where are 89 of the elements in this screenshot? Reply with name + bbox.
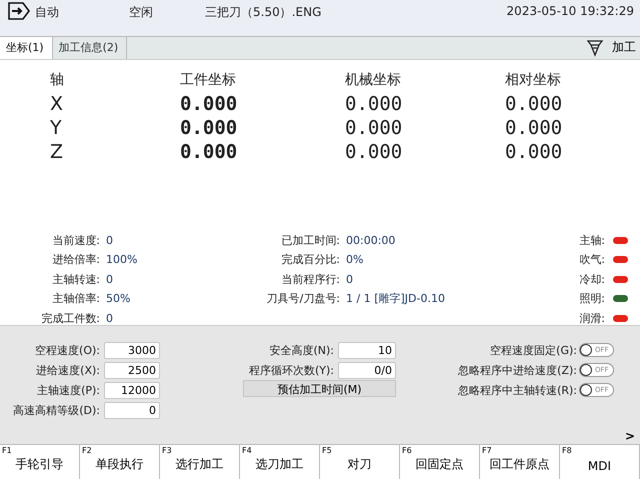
status-value: 100% (105, 253, 138, 266)
machine-state: 空闲 (129, 4, 154, 21)
field-label: 主轴速度(P): (36, 382, 101, 398)
process-button[interactable]: 加工 (586, 36, 640, 59)
key-label: 回固定点 (416, 456, 464, 473)
key-label: 手轮引导 (16, 456, 64, 473)
input-field[interactable]: 0/0 (338, 362, 396, 379)
function-key[interactable]: F7 回工件原点 (480, 445, 560, 479)
key-number: F5 (322, 446, 332, 455)
indicator-label: 润滑: (578, 310, 605, 326)
status-value: 0 (105, 312, 113, 324)
key-label: 单段执行 (96, 456, 144, 473)
field-label: 进给速度(X): (35, 362, 101, 378)
column-header: 工件坐标 (180, 70, 237, 89)
indicator-label: 主轴: (578, 232, 605, 248)
input-field[interactable]: 12000 (104, 382, 160, 399)
input-field[interactable]: 10 (338, 342, 396, 359)
input-field[interactable]: 3000 (104, 342, 160, 359)
column-header: 相对坐标 (505, 70, 562, 89)
status-value: 0% (345, 253, 364, 266)
toggle-label: 空程速度固定(G): (489, 342, 578, 358)
coordinate-value: 0.000 (505, 140, 564, 163)
key-number: F3 (162, 446, 172, 455)
coordinate-value: 0.000 (345, 116, 404, 139)
key-label: MDI (588, 459, 612, 475)
status-value: 0 (105, 234, 113, 246)
key-number: F6 (402, 446, 412, 455)
toggle-label: 忽略程序中进给速度(Z): (457, 362, 578, 378)
mode-label: 自动 (35, 4, 60, 21)
status-value: 00:00:00 (345, 234, 396, 246)
key-number: F7 (482, 446, 492, 455)
status-label: 当前速度: (51, 232, 100, 248)
axis-label: X (50, 92, 64, 115)
datetime: 2023-05-10 19:32:29 (506, 3, 635, 18)
input-field[interactable]: 0 (104, 402, 160, 419)
key-label: 对刀 (348, 456, 372, 473)
function-key[interactable]: F5 对刀 (320, 445, 400, 479)
status-label: 完成百分比: (280, 252, 340, 267)
status-label: 主轴转速: (51, 272, 100, 286)
status-label: 当前程序行: (280, 272, 340, 286)
estimate-button[interactable]: 预估加工时间(M) (243, 380, 396, 398)
tab[interactable]: 加工信息(2) (52, 36, 128, 59)
status-value: 0 (345, 272, 353, 286)
key-label: 回工件原点 (490, 456, 550, 473)
coordinate-value: 0.000 (505, 92, 564, 115)
key-label: 选刀加工 (256, 456, 304, 473)
coordinate-value: 0.000 (180, 140, 238, 163)
arrow-icon (7, 2, 31, 20)
coordinate-value: 0.000 (505, 116, 564, 139)
status-label: 已加工时间: (280, 232, 340, 248)
function-key[interactable]: F6 回固定点 (400, 445, 480, 479)
field-label: 空程速度(O): (34, 342, 101, 358)
column-header: 机械坐标 (345, 70, 402, 89)
function-key[interactable]: F1 手轮引导 (0, 445, 80, 479)
status-value: 0 (105, 272, 113, 286)
coordinate-value: 0.000 (345, 140, 404, 163)
field-label: 程序循环次数(Y): (248, 362, 335, 378)
status-label: 完成工件数: (40, 310, 100, 326)
tool-icon (586, 38, 604, 57)
function-key[interactable]: F4 选刀加工 (240, 445, 320, 479)
status-label: 进给倍率: (51, 252, 100, 267)
coordinate-value: 0.000 (180, 92, 238, 115)
key-number: F8 (562, 446, 572, 455)
function-key[interactable]: F3 选行加工 (160, 445, 240, 479)
indicator-label: 冷却: (578, 272, 605, 286)
program-name: 三把刀（5.50）.ENG (205, 4, 322, 21)
key-label: 选行加工 (176, 456, 224, 473)
status-value: 1 / 1 [雕字]JD-0.10 (345, 291, 445, 306)
axis-label: Z (50, 140, 64, 163)
key-number: F1 (2, 446, 12, 455)
status-value: 50% (105, 292, 130, 305)
field-label: 高速高精等级(D): (12, 402, 101, 418)
axis-label: Y (50, 116, 63, 139)
next-page-button[interactable]: > (620, 428, 640, 444)
column-header: 轴 (50, 70, 65, 89)
input-field[interactable]: 2500 (104, 362, 160, 379)
coordinate-value: 0.000 (180, 116, 238, 139)
status-label: 刀具号/刀盘号: (266, 291, 340, 306)
indicator-label: 照明: (578, 291, 605, 306)
function-key[interactable]: F8 MDI (560, 445, 640, 479)
indicator-label: 吹气: (578, 252, 605, 267)
tab[interactable]: 坐标(1) (0, 36, 53, 59)
status-label: 主轴倍率: (51, 291, 100, 306)
function-key[interactable]: F2 单段执行 (80, 445, 160, 479)
key-number: F2 (82, 446, 92, 455)
key-number: F4 (242, 446, 252, 455)
coordinate-value: 0.000 (345, 92, 404, 115)
toggle-label: 忽略程序中主轴转速(R): (457, 382, 578, 398)
field-label: 安全高度(N): (268, 342, 335, 358)
